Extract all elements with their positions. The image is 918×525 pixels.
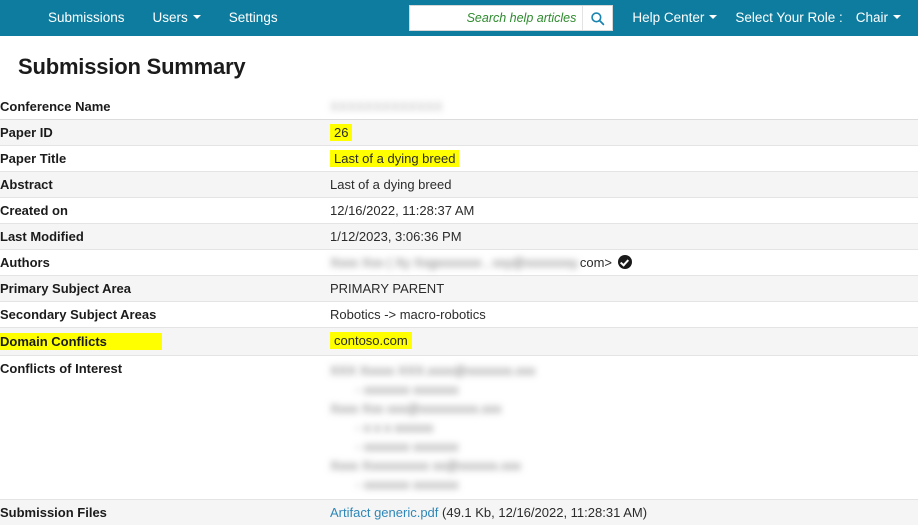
domain-conflicts-label-highlight: Domain Conflicts xyxy=(0,333,162,350)
nav-item-users-label: Users xyxy=(153,10,188,25)
label-secondary-subject-areas: Secondary Subject Areas xyxy=(0,302,330,328)
label-paper-id: Paper ID xyxy=(0,120,330,146)
redacted-authors: Xxxx Xxx ( Xy Xxgxxxxxxx , xxy@xxxxxxxy. xyxy=(330,255,580,270)
nav-item-settings[interactable]: Settings xyxy=(215,0,292,36)
value-domain-conflicts: contoso.com xyxy=(330,328,918,356)
value-authors: Xxxx Xxx ( Xy Xxgxxxxxxx , xxy@xxxxxxxy.… xyxy=(330,250,918,276)
navbar-left-group: Submissions Users Settings xyxy=(34,0,292,36)
conflict-entry: Xxxx Xxxxxxxxxx xx@xxxxxx.xxx xyxy=(330,456,918,475)
label-conflicts-of-interest: Conflicts of Interest xyxy=(0,356,330,500)
conflict-entry: XXX Xxxxx XXX.xxxx@xxxxxxx.xxx xyxy=(330,361,918,380)
redacted-conference-name: XXXXXXXXXXXXX xyxy=(330,99,443,114)
domain-conflicts-highlight: contoso.com xyxy=(330,332,412,349)
chevron-down-icon xyxy=(709,15,717,19)
page-title: Submission Summary xyxy=(18,54,918,80)
table-row-authors: Authors Xxxx Xxx ( Xy Xxgxxxxxxx , xxy@x… xyxy=(0,250,918,276)
submission-summary-table: Conference Name XXXXXXXXXXXXX Paper ID 2… xyxy=(0,94,918,525)
value-secondary-subject-areas: Robotics -> macro-robotics xyxy=(330,302,918,328)
label-submission-files: Submission Files xyxy=(0,500,330,525)
table-row-created-on: Created on 12/16/2022, 11:28:37 AM xyxy=(0,198,918,224)
table-row-secondary-subject-areas: Secondary Subject Areas Robotics -> macr… xyxy=(0,302,918,328)
value-conference-name: XXXXXXXXXXXXX xyxy=(330,94,918,120)
chevron-down-icon xyxy=(193,15,201,19)
table-row-submission-files: Submission Files Artifact generic.pdf (4… xyxy=(0,500,918,525)
table-row-domain-conflicts: Domain Conflicts contoso.com xyxy=(0,328,918,356)
search-button[interactable] xyxy=(582,6,612,30)
nav-item-help-center[interactable]: Help Center xyxy=(623,0,726,36)
table-row-paper-id: Paper ID 26 xyxy=(0,120,918,146)
label-authors: Authors xyxy=(0,250,330,276)
chevron-down-icon xyxy=(893,15,901,19)
value-conflicts-of-interest: XXX Xxxxx XXX.xxxx@xxxxxxx.xxx - xxxxxxx… xyxy=(330,356,918,500)
table-row-conflicts-of-interest: Conflicts of Interest XXX Xxxxx XXX.xxxx… xyxy=(0,356,918,500)
top-navbar: Submissions Users Settings Help Center S… xyxy=(0,0,918,36)
conflict-entry-detail: - xxxxxxx xxxxxxx xyxy=(330,380,918,399)
conflict-entry-detail: - xxxxxxx xxxxxxx xyxy=(330,437,918,456)
search-input[interactable] xyxy=(410,6,582,30)
value-created-on: 12/16/2022, 11:28:37 AM xyxy=(330,198,918,224)
role-selector-value: Chair xyxy=(856,10,888,25)
verified-check-icon xyxy=(618,255,632,269)
value-last-modified: 1/12/2023, 3:06:36 PM xyxy=(330,224,918,250)
conflict-entry-detail: - x x x xxxxxx xyxy=(330,418,918,437)
table-row-primary-subject-area: Primary Subject Area PRIMARY PARENT xyxy=(0,276,918,302)
value-abstract: Last of a dying breed xyxy=(330,172,918,198)
submission-file-link[interactable]: Artifact generic.pdf xyxy=(330,505,438,520)
table-row-paper-title: Paper Title Last of a dying breed xyxy=(0,146,918,172)
nav-item-submissions-label: Submissions xyxy=(48,10,125,25)
paper-title-highlight: Last of a dying breed xyxy=(330,150,459,167)
paper-id-highlight: 26 xyxy=(330,124,352,141)
authors-email-suffix: com> xyxy=(580,255,612,270)
search-box xyxy=(409,5,613,31)
value-paper-id: 26 xyxy=(330,120,918,146)
table-row-conference-name: Conference Name XXXXXXXXXXXXX xyxy=(0,94,918,120)
nav-item-users[interactable]: Users xyxy=(139,0,215,36)
label-paper-title: Paper Title xyxy=(0,146,330,172)
value-paper-title: Last of a dying breed xyxy=(330,146,918,172)
value-submission-files: Artifact generic.pdf (49.1 Kb, 12/16/202… xyxy=(330,500,918,525)
table-row-abstract: Abstract Last of a dying breed xyxy=(0,172,918,198)
search-icon xyxy=(590,11,605,26)
label-abstract: Abstract xyxy=(0,172,330,198)
label-created-on: Created on xyxy=(0,198,330,224)
submission-file-meta: (49.1 Kb, 12/16/2022, 11:28:31 AM) xyxy=(442,505,647,520)
label-last-modified: Last Modified xyxy=(0,224,330,250)
label-primary-subject-area: Primary Subject Area xyxy=(0,276,330,302)
label-conference-name: Conference Name xyxy=(0,94,330,120)
nav-item-submissions[interactable]: Submissions xyxy=(34,0,139,36)
navbar-right-group: Help Center Select Your Role : Chair xyxy=(409,0,910,36)
role-selector-chair[interactable]: Chair xyxy=(847,0,910,36)
table-row-last-modified: Last Modified 1/12/2023, 3:06:36 PM xyxy=(0,224,918,250)
nav-item-help-center-label: Help Center xyxy=(632,10,704,25)
conflict-entry-detail: - xxxxxxx xxxxxxx xyxy=(330,475,918,494)
conflict-entry: Xxxx Xxx xxx@xxxxxxxxx.xxx xyxy=(330,399,918,418)
select-your-role-label: Select Your Role : xyxy=(726,0,846,36)
page-content: Submission Summary Conference Name XXXXX… xyxy=(0,54,918,525)
nav-item-settings-label: Settings xyxy=(229,10,278,25)
label-domain-conflicts: Domain Conflicts xyxy=(0,328,330,356)
value-primary-subject-area: PRIMARY PARENT xyxy=(330,276,918,302)
